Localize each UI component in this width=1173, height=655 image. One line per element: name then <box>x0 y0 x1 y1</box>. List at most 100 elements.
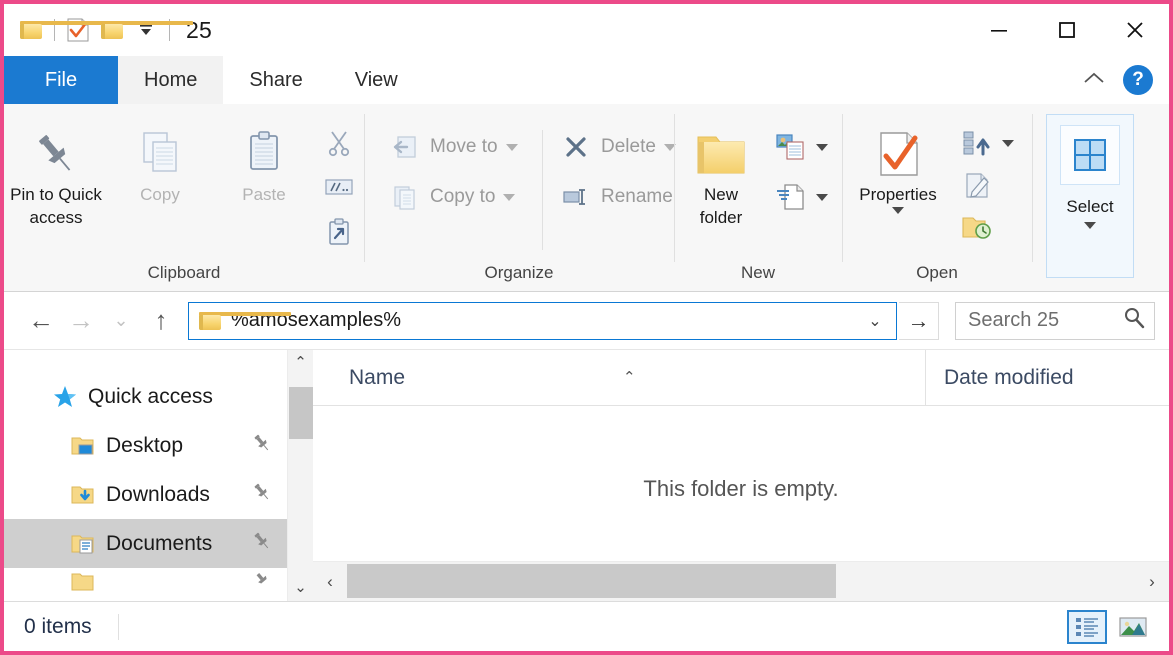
edit-button[interactable] <box>954 168 1014 202</box>
scroll-up-icon[interactable]: ⌃ <box>294 353 307 373</box>
hscroll-thumb[interactable] <box>347 564 836 598</box>
ribbon-group-open: Properties Open <box>842 104 1032 291</box>
folder-icon[interactable] <box>14 13 112 47</box>
downloads-folder-icon <box>70 483 100 507</box>
hscroll-right-icon[interactable]: › <box>1135 572 1169 592</box>
back-button[interactable]: ← <box>22 302 60 340</box>
view-mode-buttons <box>1067 609 1169 644</box>
pin-icon[interactable] <box>251 432 273 460</box>
open-caret-icon[interactable] <box>1002 139 1014 147</box>
column-headers: Name ⌃ Date modified <box>313 350 1169 406</box>
status-separator <box>117 613 119 640</box>
ribbon-group-title-open: Open <box>916 263 958 282</box>
new-folder-label-line2: folder <box>699 207 743 227</box>
file-list-horizontal-scrollbar[interactable]: ‹ › <box>313 561 1169 601</box>
ribbon-group-select: Select <box>1032 104 1134 291</box>
new-item-button[interactable] <box>768 130 828 164</box>
open-button[interactable] <box>954 126 1014 160</box>
folder-icon <box>70 570 100 594</box>
properties-checkmark-icon <box>871 124 925 184</box>
ribbon: Pin to Quick access Copy Paste Clipboard… <box>4 104 1169 292</box>
scroll-down-icon[interactable]: ⌄ <box>294 578 307 598</box>
maximize-button[interactable] <box>1033 4 1101 56</box>
delete-button[interactable]: Delete <box>553 130 676 164</box>
address-bar[interactable]: %amosexamples% ⌄ <box>188 301 897 340</box>
scroll-track[interactable] <box>288 373 313 578</box>
paste-shortcut-button[interactable] <box>316 214 356 248</box>
quick-access-toolbar <box>14 13 193 47</box>
address-folder-icon <box>199 311 291 330</box>
tab-file[interactable]: File <box>4 56 118 104</box>
properties-button[interactable]: Properties <box>842 112 954 236</box>
pin-icon[interactable] <box>251 481 273 509</box>
sidebar-item-downloads[interactable]: Downloads <box>4 470 287 519</box>
copy-label: Copy <box>140 185 180 204</box>
new-small-buttons <box>768 112 828 214</box>
recent-locations-button[interactable]: ⌄ <box>102 302 140 340</box>
new-item-caret-icon[interactable] <box>816 143 828 151</box>
move-to-icon <box>388 134 422 160</box>
search-icon[interactable] <box>1122 306 1146 335</box>
new-folder-icon <box>692 124 750 184</box>
sidebar-item-desktop[interactable]: Desktop <box>4 421 287 470</box>
copy-path-button[interactable] <box>316 170 356 204</box>
cut-button[interactable] <box>316 126 356 160</box>
file-list-pane: Name ⌃ Date modified This folder is empt… <box>313 350 1169 601</box>
sort-ascending-icon: ⌃ <box>623 368 636 386</box>
search-box[interactable]: Search 25 <box>955 301 1155 340</box>
column-header-date-modified[interactable]: Date modified <box>925 350 1169 405</box>
pin-icon[interactable] <box>251 568 273 596</box>
up-button[interactable]: ↑ <box>142 302 180 340</box>
copy-to-caret-icon[interactable] <box>503 193 516 201</box>
properties-label: Properties <box>859 185 937 204</box>
details-view-button[interactable] <box>1067 609 1107 644</box>
sidebar-item-documents[interactable]: Documents <box>4 519 287 568</box>
sidebar-item-partial[interactable] <box>4 568 287 596</box>
rename-button[interactable]: Rename <box>553 180 676 214</box>
help-icon[interactable]: ? <box>1123 65 1153 95</box>
copy-to-button[interactable]: Copy to <box>382 180 532 214</box>
tab-home[interactable]: Home <box>118 56 224 104</box>
paste-button[interactable]: Paste <box>212 112 316 207</box>
sidebar-vertical-scrollbar[interactable]: ⌃ ⌄ <box>287 350 313 601</box>
new-folder-button[interactable]: New folder <box>674 112 768 230</box>
easy-access-button[interactable] <box>768 180 828 214</box>
large-icons-view-button[interactable] <box>1113 610 1153 644</box>
hscroll-track[interactable] <box>347 562 1135 601</box>
minimize-button[interactable] <box>965 4 1033 56</box>
address-dropdown-icon[interactable]: ⌄ <box>862 311 888 331</box>
pin-icon[interactable] <box>251 530 273 558</box>
move-to-caret-icon[interactable] <box>505 143 518 151</box>
copy-icon <box>133 124 187 184</box>
tab-share[interactable]: Share <box>223 56 328 104</box>
sidebar-item-quick-access[interactable]: Quick access <box>4 372 287 421</box>
properties-checkmark-icon[interactable] <box>61 13 95 47</box>
properties-caret-icon[interactable] <box>892 206 904 233</box>
select-caret-icon[interactable] <box>1084 222 1096 248</box>
empty-folder-message: This folder is empty. <box>643 476 839 501</box>
column-header-name[interactable]: Name ⌃ <box>313 366 925 390</box>
easy-access-caret-icon[interactable] <box>816 193 828 201</box>
copy-to-label: Copy to <box>430 186 496 207</box>
forward-button[interactable]: → <box>62 302 100 340</box>
collapse-ribbon-chevron-icon[interactable] <box>1079 68 1109 93</box>
select-grid-icon <box>1060 125 1120 185</box>
new-folder-icon[interactable] <box>95 13 193 47</box>
history-button[interactable] <box>954 210 1014 244</box>
hscroll-left-icon[interactable]: ‹ <box>313 572 347 592</box>
rename-label: Rename <box>601 186 673 207</box>
go-button[interactable]: → <box>899 301 939 340</box>
scroll-thumb[interactable] <box>289 387 313 439</box>
paste-icon <box>237 124 291 184</box>
status-bar: 0 items <box>4 601 1169 651</box>
documents-folder-icon <box>70 532 100 556</box>
move-to-button[interactable]: Move to <box>382 130 532 164</box>
sidebar-item-label: Documents <box>106 531 213 555</box>
pin-to-quick-access-button[interactable]: Pin to Quick access <box>4 112 108 230</box>
select-button[interactable]: Select <box>1046 114 1134 278</box>
copy-button[interactable]: Copy <box>108 112 212 207</box>
close-button[interactable] <box>1101 4 1169 56</box>
search-input[interactable]: Search 25 <box>968 309 1122 332</box>
customize-dropdown-icon[interactable] <box>129 13 163 47</box>
tab-view[interactable]: View <box>329 56 424 104</box>
